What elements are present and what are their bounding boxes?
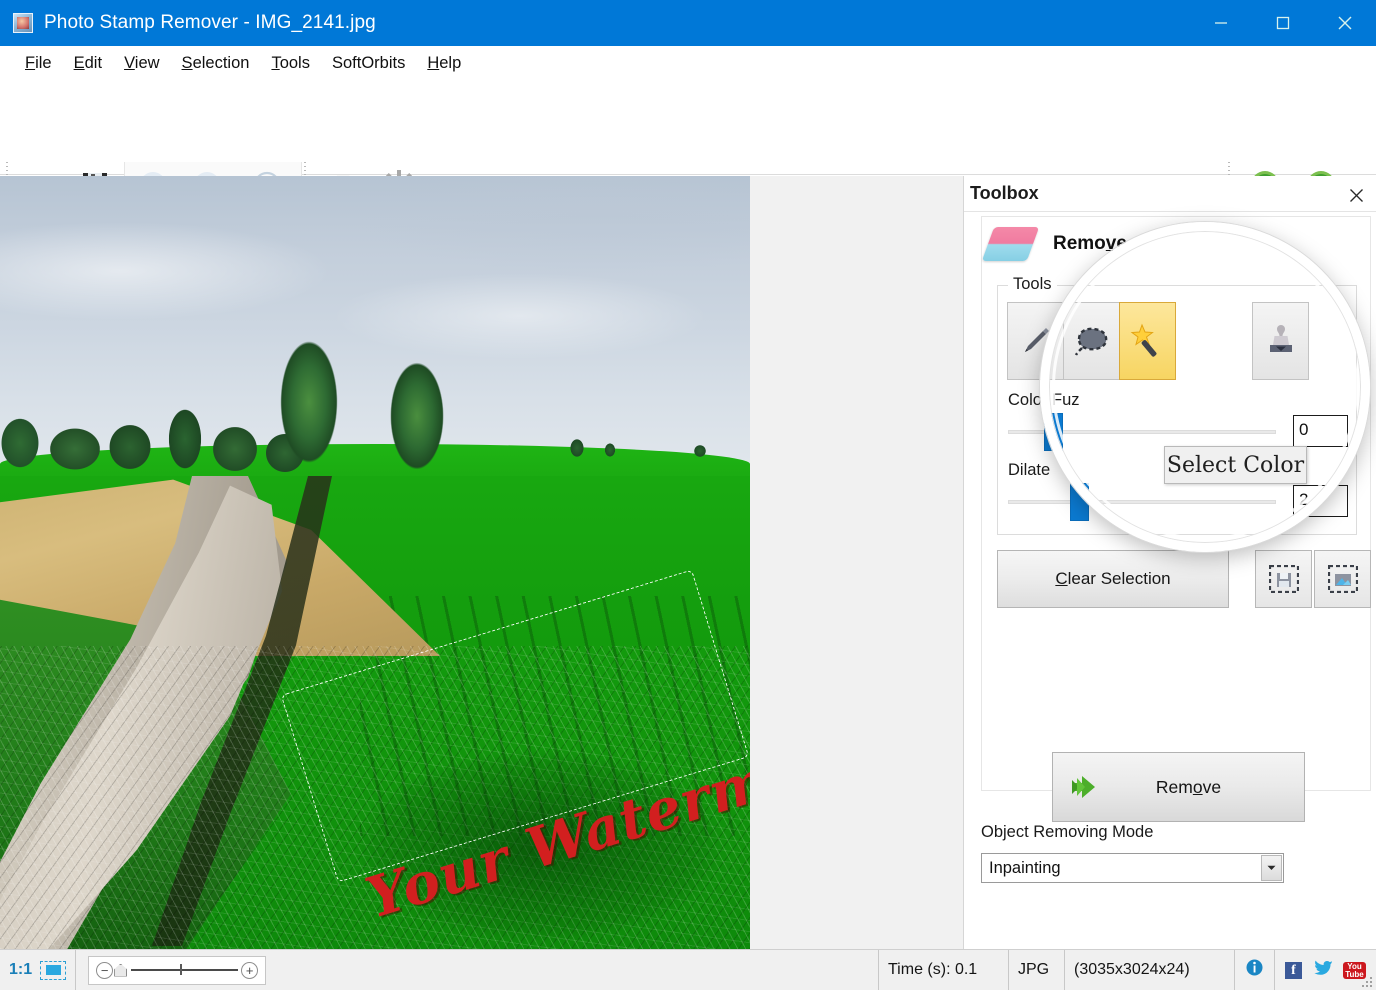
menu-item-file[interactable]: FFileile: [14, 51, 63, 76]
object-removing-mode-label: Object Removing Mode: [981, 823, 1154, 841]
plus-icon[interactable]: +: [241, 961, 259, 979]
info-icon[interactable]: [1246, 959, 1263, 981]
save-selection-icon: [1268, 565, 1299, 593]
status-spacer: [275, 949, 879, 990]
window-title: Photo Stamp Remover - IMG_2141.jpg: [44, 12, 376, 33]
zoom-ratio-label: 1:1: [9, 961, 33, 978]
magnifier-content: Tools Color Fuz: [1049, 231, 1361, 543]
remove-action-button[interactable]: Remove: [1052, 752, 1305, 822]
clear-selection-label: Clear Selection: [1055, 569, 1171, 588]
close-button[interactable]: [1314, 0, 1376, 46]
remove-action-label: Remove: [1155, 776, 1222, 797]
far-trees-layer: [565, 434, 740, 458]
format-cell: JPG: [1009, 949, 1065, 990]
application-window: Photo Stamp Remover - IMG_2141.jpg FFile…: [0, 0, 1376, 990]
menu-bar: FFileile Edit View Selection Tools SoftO…: [0, 46, 1376, 80]
maximize-button[interactable]: [1252, 0, 1314, 46]
clear-selection-button[interactable]: Clear Selection: [997, 550, 1229, 608]
zoom-slider-cell: − +: [76, 950, 275, 990]
fit-to-window-icon[interactable]: [40, 960, 67, 980]
menu-item-selection[interactable]: Selection: [171, 51, 261, 76]
menu-item-softorbits[interactable]: SoftOrbits: [321, 51, 416, 76]
poplar-tree-left: [278, 336, 340, 468]
poplar-tree-right: [388, 358, 446, 474]
load-selection-icon: [1327, 565, 1358, 593]
green-double-chevron-icon: [1067, 773, 1109, 801]
image-canvas[interactable]: Your Watermark: [0, 176, 963, 949]
status-bar: 1:1 − + Time (s): 0.1 JPG (3035x3024x24)…: [0, 949, 1376, 990]
save-selection-button[interactable]: [1255, 550, 1312, 608]
load-selection-button[interactable]: [1314, 550, 1371, 608]
time-cell: Time (s): 0.1: [879, 949, 1009, 990]
info-cell[interactable]: [1235, 949, 1275, 990]
home-icon[interactable]: [114, 963, 128, 977]
app-icon: [13, 13, 33, 33]
minimize-button[interactable]: [1190, 0, 1252, 46]
toolbox-close-button[interactable]: [1345, 184, 1367, 206]
zoom-status-cell: 1:1: [0, 949, 77, 990]
minus-icon[interactable]: −: [96, 961, 114, 979]
menu-item-help[interactable]: Help: [416, 51, 472, 76]
toolbox-title: Toolbox: [970, 183, 1039, 203]
menu-item-view[interactable]: View: [113, 51, 170, 76]
toolbox-header: Toolbox: [964, 176, 1376, 212]
object-removing-mode-value: Inpainting: [989, 858, 1061, 877]
zoom-slider-tick: [180, 964, 182, 976]
menu-item-tools[interactable]: Tools: [260, 51, 321, 76]
zoom-slider-track[interactable]: [131, 964, 239, 976]
chevron-down-icon[interactable]: [1261, 855, 1282, 881]
object-removing-mode-select[interactable]: Inpainting: [981, 853, 1284, 883]
ribbon-toolbar: AddFile(s)... Saveas...: [0, 80, 1376, 254]
magnifier-loupe: Tools Color Fuz: [1040, 222, 1370, 552]
select-color-tooltip: Select Color: [1164, 446, 1307, 484]
twitter-icon[interactable]: [1312, 959, 1333, 981]
title-bar: Photo Stamp Remover - IMG_2141.jpg: [0, 0, 1376, 46]
eraser-icon: [981, 227, 1040, 261]
dimensions-cell: (3035x3024x24): [1065, 949, 1235, 990]
menu-item-edit[interactable]: Edit: [63, 51, 113, 76]
facebook-icon[interactable]: f: [1285, 961, 1302, 979]
window-controls: [1190, 0, 1376, 46]
resize-grip[interactable]: [1361, 975, 1373, 987]
photo-landscape[interactable]: Your Watermark: [0, 176, 750, 949]
zoom-slider[interactable]: − +: [88, 955, 267, 985]
